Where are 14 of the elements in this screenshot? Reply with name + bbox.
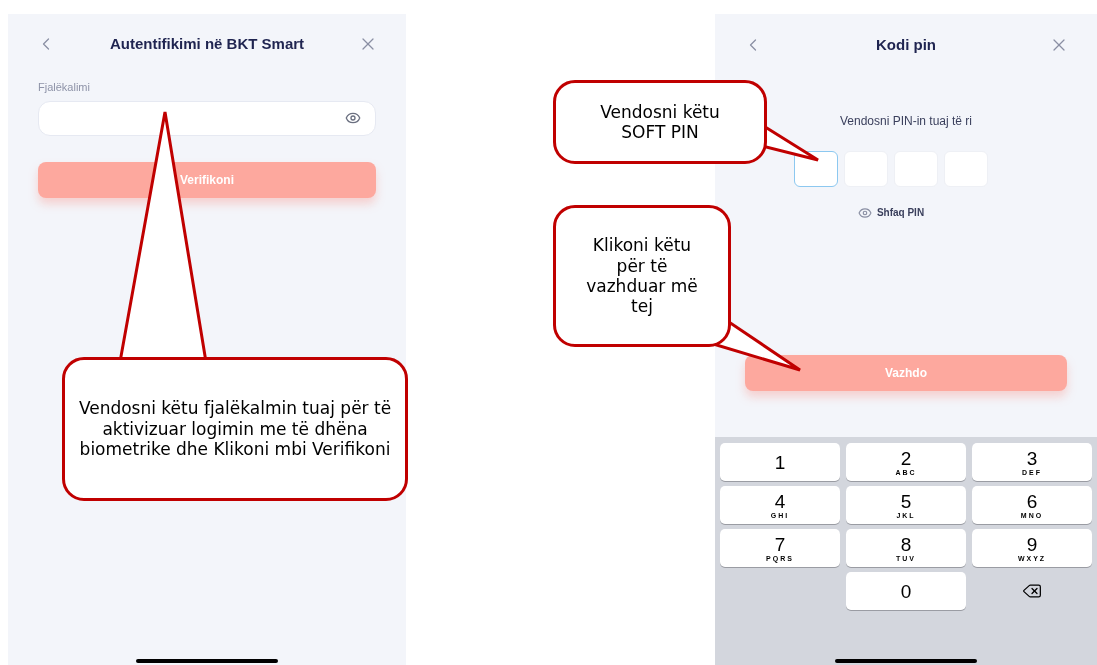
password-field[interactable] <box>38 100 376 136</box>
screen-title: Kodi pin <box>876 34 936 55</box>
show-pin-link[interactable]: Shfaq PIN <box>876 205 925 220</box>
pin-prompt: Vendosni PIN-in tuaj të ri <box>838 113 974 130</box>
eye-icon[interactable] <box>857 205 872 220</box>
keypad-key[interactable]: 1 <box>720 443 840 481</box>
eye-icon[interactable] <box>345 110 361 126</box>
pin-digit-field[interactable] <box>794 151 838 187</box>
keypad-key[interactable]: 0 <box>846 572 966 610</box>
callout-text: Vendosni këtu fjalëkalmin tuaj për të aktivizuar logimin me të dhëna biometrike dhe Klikoni mbi Verifikoni <box>77 398 393 460</box>
callout-text: Klikoni këtu për të vazhduar më tej <box>585 235 699 317</box>
field-label: Fjalëkalimi <box>38 80 91 95</box>
screen-title: Autentifikimi në BKT Smart <box>109 33 305 54</box>
callout-text: Vendosni këtu SOFT PIN <box>599 101 721 143</box>
